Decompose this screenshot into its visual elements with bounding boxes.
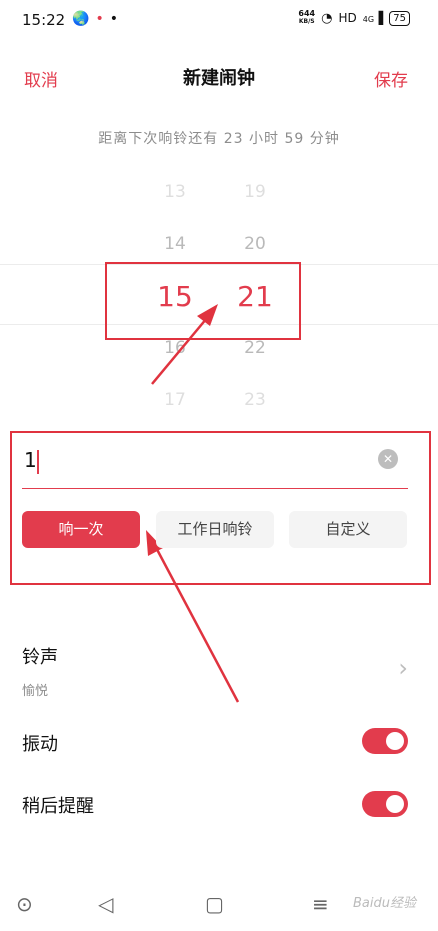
text-caret: [37, 450, 39, 474]
ringtone-value: 愉悦: [22, 684, 49, 699]
back-icon[interactable]: ◁: [98, 892, 113, 916]
vibrate-toggle[interactable]: [362, 728, 408, 754]
clear-icon[interactable]: ✕: [378, 449, 398, 469]
nav-circle-icon[interactable]: ⊙: [16, 892, 33, 916]
arrow-head-time: [197, 304, 218, 326]
snooze-toggle[interactable]: [362, 791, 408, 817]
menu-icon[interactable]: ≡: [312, 892, 329, 916]
repeat-custom-button[interactable]: 自定义: [289, 511, 407, 548]
vibrate-title: 振动: [22, 734, 58, 755]
watermark: Baidu经验: [353, 896, 416, 911]
home-icon[interactable]: ▢: [205, 892, 224, 916]
snooze-title: 稍后提醒: [22, 796, 94, 817]
arrow-to-time: [151, 311, 213, 385]
alarm-label-value[interactable]: 1: [24, 448, 37, 472]
repeat-workday-button[interactable]: 工作日响铃: [156, 511, 274, 548]
chevron-right-icon: ›: [398, 654, 408, 682]
alarm-label-input[interactable]: 1 ✕: [22, 444, 408, 489]
nav-bar: ⊙ ◁ ▢ ≡ Baidu经验: [0, 880, 438, 931]
ringtone-title: 铃声: [22, 647, 58, 668]
arrow-to-repeat: [150, 539, 240, 703]
repeat-once-button[interactable]: 响一次: [22, 511, 140, 548]
